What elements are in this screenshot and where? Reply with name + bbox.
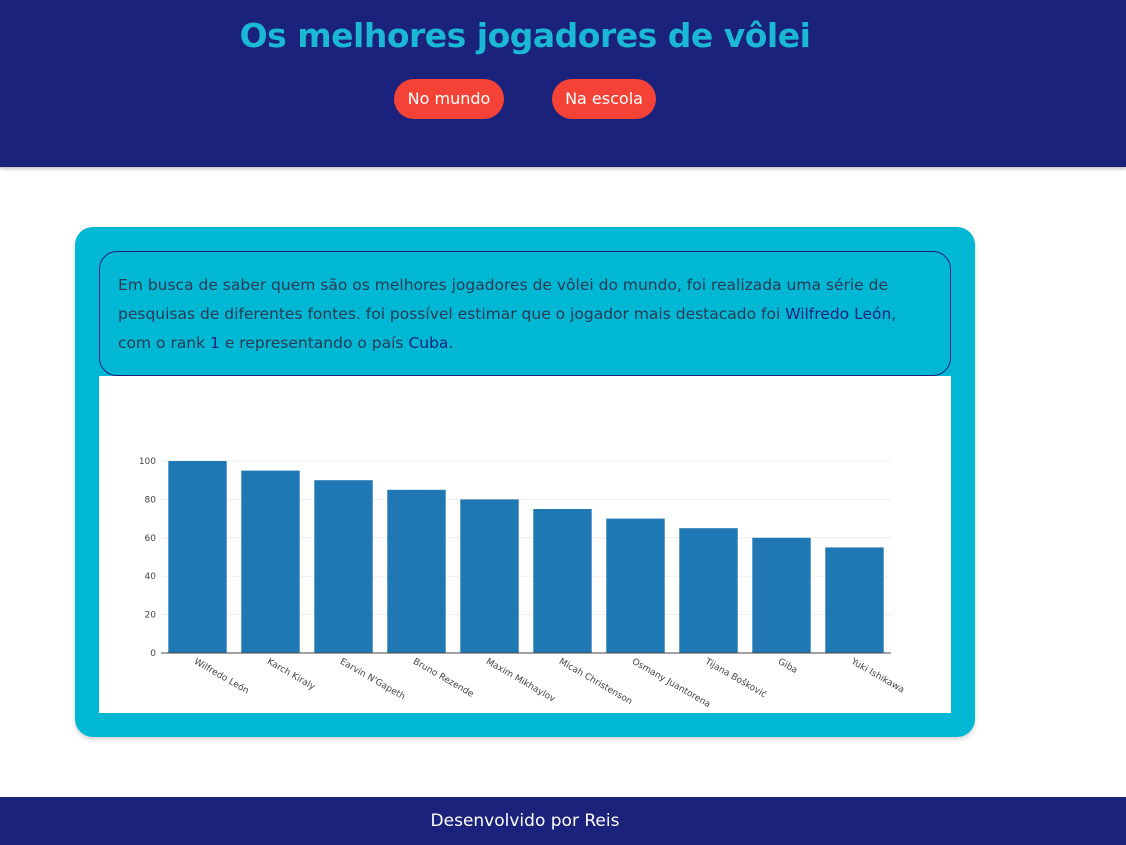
- bar-8: [752, 537, 811, 653]
- x-tick-label: Maxim Mikhaylov: [484, 657, 557, 705]
- top-player-country: Cuba: [408, 334, 449, 352]
- y-tick-label: 60: [145, 534, 157, 544]
- info-intro-text: Em busca de saber quem são os melhores j…: [118, 276, 889, 323]
- info-country-text: e representando o país: [219, 334, 409, 352]
- chart-panel: 0 20 40 60 80 100 Wilfredo León Karch Kiraly Ear…: [99, 376, 951, 713]
- x-tick-label: Giba: [776, 657, 799, 676]
- x-tick-label: Tijana Bošković: [702, 656, 768, 701]
- bar-5: [533, 509, 592, 653]
- info-end-text: .: [448, 334, 454, 352]
- x-tick-label: Karch Kiraly: [265, 657, 317, 693]
- y-tick-label: 20: [145, 611, 157, 621]
- y-tick-label: 40: [145, 572, 157, 582]
- info-text: Em busca de saber quem são os melhores j…: [118, 271, 932, 358]
- nav-button-na-escola[interactable]: Na escola: [552, 79, 656, 119]
- page-header: Os melhores jogadores de vôlei No mundo …: [0, 0, 1126, 167]
- bar-4: [460, 499, 519, 653]
- x-tick-label: Wilfredo León: [192, 656, 251, 696]
- bar-chart: 0 20 40 60 80 100 Wilfredo León Karch Kiraly Ear…: [139, 457, 906, 710]
- x-tick-label: Bruno Rezende: [411, 657, 476, 700]
- y-tick-label: 0: [150, 649, 156, 659]
- bar-3: [387, 489, 446, 653]
- page-title: Os melhores jogadores de vôlei: [239, 16, 811, 55]
- x-tick-label: Osmany Juantorena: [630, 657, 712, 710]
- y-tick-label: 80: [145, 495, 157, 505]
- top-player-rank: 1: [210, 334, 220, 352]
- x-tick-label: Yuki Ishikawa: [848, 656, 906, 695]
- ranking-card: Em busca de saber quem são os melhores j…: [75, 227, 975, 737]
- bar-1: [241, 470, 300, 653]
- bar-7: [679, 528, 738, 653]
- x-tick-label: Micah Christenson: [557, 657, 634, 707]
- bar-2: [314, 480, 373, 653]
- info-box: Em busca de saber quem são os melhores j…: [99, 251, 951, 376]
- footer-credit: Desenvolvido por Reis: [430, 811, 620, 831]
- page-footer: Desenvolvido por Reis: [0, 797, 1126, 845]
- bar-9: [825, 547, 884, 653]
- x-tick-label: Earvin N'Gapeth: [338, 657, 407, 702]
- y-tick-label: 100: [139, 457, 156, 467]
- nav-button-no-mundo[interactable]: No mundo: [394, 79, 504, 119]
- bar-0: [168, 461, 227, 653]
- top-player-name: Wilfredo León: [785, 305, 892, 323]
- bar-6: [606, 518, 665, 653]
